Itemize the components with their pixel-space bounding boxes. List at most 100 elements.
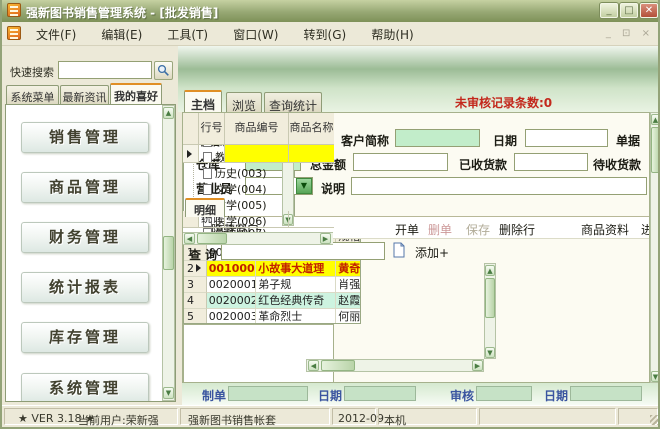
- maker-label: 制单: [202, 389, 227, 403]
- table-row-selected[interactable]: 2 0010002 小故事大道理 黄奇帆: [184, 261, 360, 277]
- sidebar-scrollbar[interactable]: ▲ ▼: [162, 105, 175, 401]
- menu-file[interactable]: 文件(F): [26, 22, 86, 46]
- product-table-vscrollbar[interactable]: ▲ ▼: [484, 263, 496, 359]
- scroll-up-icon[interactable]: ▲: [485, 265, 495, 276]
- quick-search-label: 快速搜索: [10, 66, 54, 79]
- search-icon: [157, 64, 169, 76]
- nav-button-sales[interactable]: 销售管理: [21, 122, 149, 153]
- product-info-button[interactable]: 商品资料: [581, 221, 629, 238]
- status-section: [479, 408, 616, 425]
- tab-query-stats[interactable]: 查询统计: [264, 92, 322, 113]
- tab-master[interactable]: 主档: [184, 90, 222, 112]
- nav-button-inventory[interactable]: 库存管理: [21, 322, 149, 353]
- maker-date-label: 日期: [318, 389, 343, 403]
- order-form-panel: 单据编号 客户简称 日期 单据 仓库 总金额 已收货款 待收货款 营业员 ▼ 说…: [182, 112, 650, 383]
- nav-button-reports[interactable]: 统计报表: [21, 272, 149, 303]
- scroll-left-icon[interactable]: ◀: [308, 360, 319, 371]
- mdi-child-controls[interactable]: _ ⊡ ×: [606, 28, 654, 39]
- menu-goto[interactable]: 转到(G): [294, 22, 357, 46]
- application-window: 强新图书销售管理系统 - [批发销售] _ □ ✕ 文件(F) 编辑(E) 工具…: [0, 0, 660, 429]
- doc-extra-label: 单据: [616, 134, 641, 148]
- scroll-down-icon[interactable]: ▼: [651, 371, 658, 382]
- date-label: 日期: [493, 134, 518, 148]
- product-table-hscrollbar[interactable]: ◀ ▶: [306, 359, 484, 372]
- remark-label: 说明: [321, 182, 346, 196]
- quick-search-input[interactable]: [58, 61, 152, 79]
- scroll-up-icon[interactable]: ▲: [163, 107, 174, 119]
- nav-button-products[interactable]: 商品管理: [21, 172, 149, 203]
- auditor-input[interactable]: [476, 386, 532, 401]
- account-set-text: 强新图书销售帐套: [188, 414, 276, 427]
- nav-button-finance[interactable]: 财务管理: [21, 222, 149, 253]
- maker-input[interactable]: [228, 386, 308, 401]
- table-row[interactable]: 5 0020003 革命烈士 何丽: [184, 309, 360, 323]
- menu-window[interactable]: 窗口(W): [223, 22, 288, 46]
- table-row-highlighted[interactable]: 4 0020002 红色经典传奇 赵霞: [184, 293, 360, 309]
- close-button[interactable]: ✕: [640, 3, 658, 18]
- scroll-right-icon[interactable]: ▶: [472, 360, 483, 371]
- more-button[interactable]: 进: [641, 221, 649, 238]
- tab-detail[interactable]: 明细: [185, 198, 225, 217]
- delete-row-button[interactable]: 删除行: [499, 221, 535, 238]
- received-label: 已收货款: [459, 158, 508, 172]
- menu-tools[interactable]: 工具(T): [157, 22, 218, 46]
- window-title: 强新图书销售管理系统 - [批发销售]: [26, 6, 219, 20]
- auditor-label: 审核: [450, 389, 475, 403]
- tree-node-literature[interactable]: 文学(004): [203, 181, 267, 197]
- menu-bar: 文件(F) 编辑(E) 工具(T) 窗口(W) 转到(G) 帮助(H) _ ⊡ …: [2, 22, 658, 46]
- audit-date-label: 日期: [544, 389, 569, 403]
- scroll-thumb[interactable]: [485, 278, 495, 318]
- scroll-up-icon[interactable]: ▲: [651, 114, 658, 125]
- resize-grip[interactable]: [650, 415, 658, 425]
- total-input[interactable]: [353, 153, 448, 171]
- host-text: 本机: [384, 414, 406, 427]
- current-user-text: 当前用户:荣新强: [78, 414, 159, 427]
- maximize-button[interactable]: □: [620, 3, 638, 18]
- remark-input[interactable]: [351, 177, 647, 195]
- tab-browse[interactable]: 浏览: [226, 92, 262, 113]
- delete-order-button[interactable]: 删单: [428, 221, 452, 238]
- document-icon: [7, 26, 21, 40]
- menu-help[interactable]: 帮助(H): [361, 22, 423, 46]
- unaudited-count-text: 未审核记录条数:0: [455, 96, 553, 110]
- pending-label: 待收货款: [593, 158, 642, 172]
- scroll-thumb[interactable]: [163, 236, 174, 270]
- doc-icon: [203, 168, 212, 179]
- combo-dropdown-icon[interactable]: ▼: [296, 178, 312, 194]
- query-doc-icon[interactable]: [391, 242, 407, 258]
- toolbar: [178, 46, 658, 130]
- customer-label: 客户简称: [341, 134, 390, 148]
- scroll-down-icon[interactable]: ▼: [485, 347, 495, 358]
- scroll-thumb[interactable]: [321, 360, 355, 371]
- row-selector-icon: [196, 264, 201, 272]
- menu-edit[interactable]: 编辑(E): [91, 22, 152, 46]
- minimize-button[interactable]: _: [600, 3, 618, 18]
- sidebar-tab-my-favorites[interactable]: 我的喜好: [110, 83, 162, 104]
- maker-date-input[interactable]: [344, 386, 416, 401]
- main-tab-strip: 主档 浏览 查询统计 未审核记录条数:0: [178, 88, 658, 113]
- sidebar-nav-panel: 销售管理 商品管理 财务管理 统计报表 库存管理 系统管理 ▲ ▼: [5, 104, 176, 402]
- order-grid: 行号 商品编号 商品名称 统计 ◀ ▶: [183, 113, 334, 382]
- audit-date-input[interactable]: [570, 386, 642, 401]
- doc-icon: [203, 184, 212, 195]
- query-label: 查 询: [189, 248, 218, 262]
- create-order-button[interactable]: 开单: [395, 221, 419, 238]
- date-input[interactable]: [525, 129, 608, 147]
- content-vscrollbar[interactable]: ▲ ▼: [650, 112, 658, 383]
- save-order-button[interactable]: 保存: [466, 221, 490, 238]
- scroll-thumb[interactable]: [651, 127, 658, 173]
- title-bar: 强新图书销售管理系统 - [批发销售] _ □ ✕: [2, 0, 658, 22]
- footer-band: 制单 日期 审核 日期: [182, 383, 658, 405]
- add-button[interactable]: 添加+: [415, 244, 449, 261]
- search-button[interactable]: [154, 61, 173, 80]
- scroll-down-icon[interactable]: ▼: [163, 387, 174, 399]
- status-bar: ★ VER 3.18 ★ 当前用户:荣新强 强新图书销售帐套 2012-09 本…: [2, 405, 658, 427]
- sidebar-tab-latest-news[interactable]: 最新资讯: [60, 85, 109, 104]
- received-input[interactable]: [514, 153, 588, 171]
- nav-button-system[interactable]: 系统管理: [21, 373, 149, 401]
- customer-input[interactable]: [395, 129, 480, 147]
- table-row[interactable]: 3 0020001 弟子规 肖强: [184, 277, 360, 293]
- app-icon: [7, 3, 21, 17]
- sidebar-tab-system-menu[interactable]: 系统菜单: [6, 85, 59, 104]
- tree-node-history[interactable]: 历史(003): [203, 165, 267, 181]
